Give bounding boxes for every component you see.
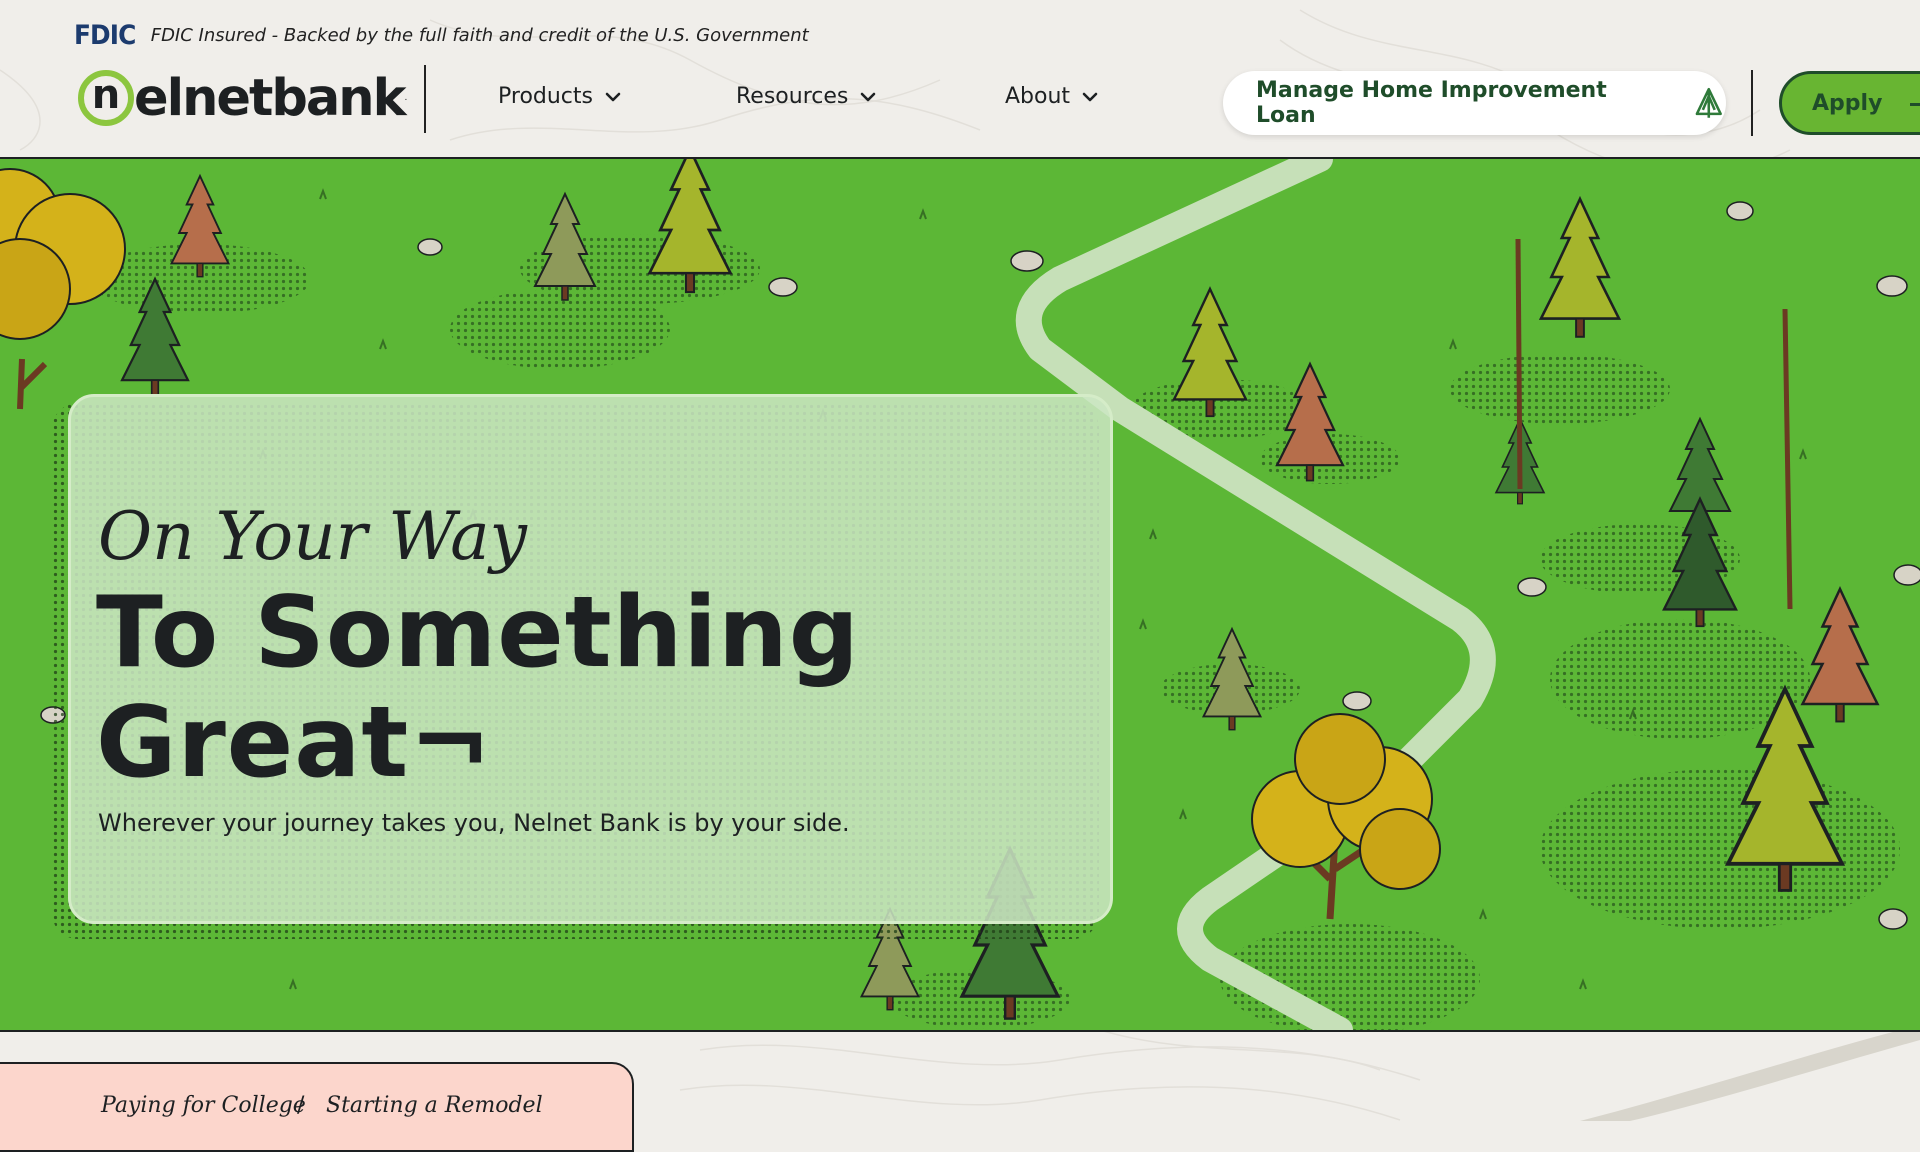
hero-kicker: On Your Way <box>98 498 527 575</box>
nav-products[interactable]: Products <box>498 84 623 109</box>
nav-products-label: Products <box>498 84 593 109</box>
nelnetbank-logo[interactable]: n elnetbank . <box>78 66 407 130</box>
tree-outline-icon <box>1696 87 1723 118</box>
logo-wordmark: elnetbank <box>134 68 406 128</box>
hero-subtitle: Wherever your journey takes you, Nelnet … <box>98 809 850 837</box>
hero-title: To Something Great¬ <box>96 576 860 800</box>
fdic-logo: FDIC <box>74 19 136 51</box>
nav-resources-label: Resources <box>736 84 849 109</box>
chevron-down-icon <box>605 92 621 101</box>
header-divider-right <box>1751 70 1753 136</box>
manage-loan-button[interactable]: Manage Home Improvement Loan <box>1223 71 1726 135</box>
logo-registered-dot: . <box>404 93 408 103</box>
nav-resources[interactable]: Resources <box>736 84 878 109</box>
nav-about[interactable]: About <box>1005 84 1100 109</box>
chevron-down-icon <box>1082 92 1098 101</box>
tab-separator: / <box>297 1093 305 1118</box>
manage-loan-label: Manage Home Improvement Loan <box>1256 78 1607 128</box>
fdic-banner: FDIC FDIC Insured - Backed by the full f… <box>74 19 809 51</box>
apply-button[interactable]: Apply <box>1779 71 1920 135</box>
tab-paying-for-college[interactable]: Paying for College <box>101 1093 306 1118</box>
nav-about-label: About <box>1005 84 1071 109</box>
fdic-statement: FDIC Insured - Backed by the full faith … <box>150 24 809 46</box>
header-divider-left <box>424 65 426 133</box>
tab-starting-a-remodel[interactable]: Starting a Remodel <box>326 1093 543 1118</box>
apply-label: Apply <box>1812 90 1883 116</box>
arrow-right-icon <box>1910 103 1920 106</box>
logo-letter-n: n <box>78 70 134 126</box>
chevron-down-icon <box>861 92 876 101</box>
